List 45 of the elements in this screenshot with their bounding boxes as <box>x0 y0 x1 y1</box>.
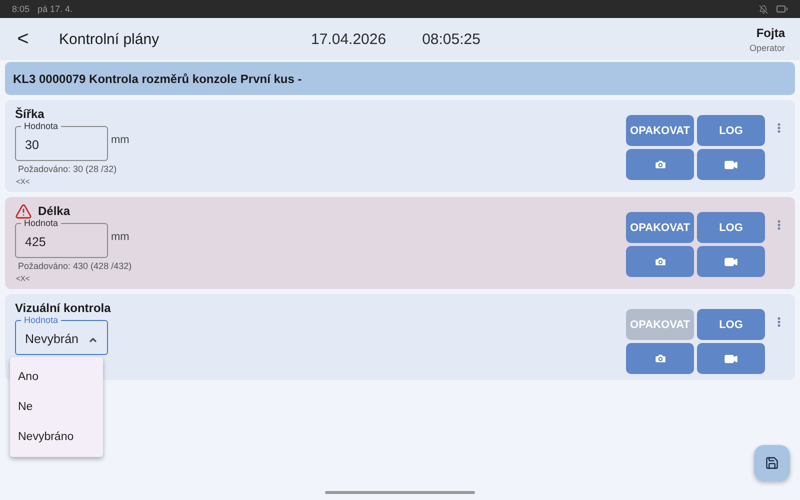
back-button[interactable]: < <box>12 28 34 50</box>
required-text: Požadováno: 430 (428 /432) <box>17 261 133 271</box>
camera-icon <box>654 255 666 268</box>
mute-icon <box>759 4 768 14</box>
page-title: Kontrolní plány <box>59 30 160 48</box>
time-text: 08:05:25 <box>422 30 480 48</box>
plan-banner: KL3 0000079 Kontrola rozměrů konzole První kus - <box>5 62 795 95</box>
camera-button[interactable] <box>626 149 694 180</box>
check-title: Šířka <box>15 107 44 121</box>
caret-icon <box>88 335 98 345</box>
field-label: Hodnota <box>24 315 58 325</box>
warning-icon <box>15 202 32 220</box>
dropdown-option[interactable]: Ano <box>10 362 103 392</box>
battery-icon <box>776 3 788 15</box>
value-input-field[interactable]: Hodnota 425 <box>15 217 108 258</box>
camera-button[interactable] <box>626 246 694 277</box>
video-button[interactable] <box>697 246 765 277</box>
log-button[interactable]: LOG <box>697 115 765 146</box>
dropdown-option[interactable]: Nevybráno <box>10 422 103 452</box>
required-text: Požadováno: 30 (28 /32) <box>17 164 118 174</box>
log-button[interactable]: LOG <box>697 309 765 340</box>
camera-icon <box>654 352 666 365</box>
check-title: Délka <box>38 204 70 218</box>
status-time: 8:05 <box>12 4 30 14</box>
video-button[interactable] <box>697 149 765 180</box>
value-input-field[interactable]: Hodnota 30 <box>15 120 108 161</box>
value-dropdown[interactable]: Hodnota Nevybrán <box>15 314 108 355</box>
video-button[interactable] <box>697 343 765 374</box>
field-label: Hodnota <box>24 218 58 228</box>
check-title: Vizuální kontrola <box>15 301 111 315</box>
repeat-button[interactable]: OPAKOVAT <box>626 212 694 243</box>
status-date: pá 17. 4. <box>38 4 73 14</box>
save-button[interactable] <box>754 445 790 481</box>
date-text: 17.04.2026 <box>311 30 386 48</box>
log-button[interactable]: LOG <box>697 212 765 243</box>
camera-button[interactable] <box>626 343 694 374</box>
field-label: Hodnota <box>24 121 58 131</box>
save-icon <box>765 456 779 470</box>
dropdown-option[interactable]: Ne <box>10 392 103 422</box>
unit-label: mm <box>111 134 130 146</box>
user-role: Operator <box>749 42 785 52</box>
unit-label: mm <box>111 230 130 242</box>
camera-icon <box>654 158 666 171</box>
user-name: Fojta <box>756 26 785 40</box>
repeat-button[interactable]: OPAKOVAT <box>626 115 694 146</box>
